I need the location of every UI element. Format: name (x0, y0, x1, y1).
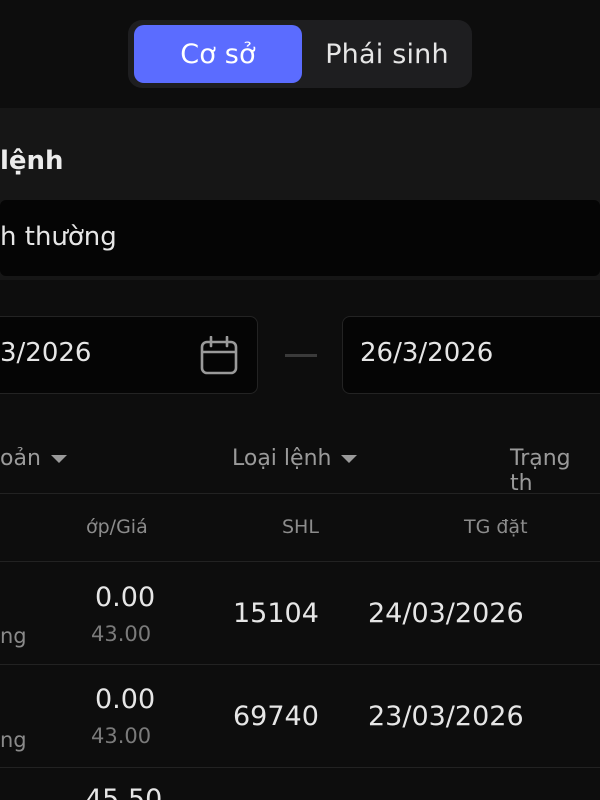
divider (0, 561, 600, 562)
row-time: 24/03/2026 (368, 598, 524, 629)
row-value: 45.50 (85, 784, 163, 800)
column-header-time: TG đặt (464, 516, 528, 538)
caret-down-icon (341, 454, 358, 463)
date-from-value: 3/2026 (0, 338, 92, 368)
row-side-label: ng (0, 728, 27, 752)
order-history-screen: Cơ sở Phái sinh lệnh h thường 3/2026 26/… (0, 0, 600, 800)
calendar-icon[interactable] (200, 336, 238, 376)
status-filter[interactable]: Trạng th (510, 446, 600, 496)
divider (0, 493, 600, 494)
divider (0, 767, 600, 768)
column-header-shl: SHL (282, 516, 319, 538)
order-type-value: h thường (0, 222, 117, 252)
row-price: 43.00 (91, 724, 152, 748)
segment-phai-sinh-button[interactable]: Phái sinh (308, 25, 466, 83)
column-header-price: ớp/Giá (86, 516, 148, 538)
order-kind-filter[interactable]: Loại lệnh (232, 446, 358, 471)
caret-down-icon (50, 454, 67, 463)
order-kind-filter-label: Loại lệnh (232, 446, 332, 471)
date-to-value: 26/3/2026 (360, 338, 494, 368)
divider (0, 664, 600, 665)
row-value: 0.00 (95, 684, 156, 715)
row-shl: 69740 (233, 701, 319, 732)
order-type-title: lệnh (0, 146, 64, 176)
date-range-separator (285, 354, 317, 357)
segment-co-so-button[interactable]: Cơ sở (134, 25, 302, 83)
row-price: 43.00 (91, 622, 152, 646)
row-time: 23/03/2026 (368, 701, 524, 732)
account-filter-label: oản (0, 446, 41, 471)
row-shl: 15104 (233, 598, 319, 629)
row-side-label: ng (0, 624, 27, 648)
status-filter-label: Trạng th (510, 446, 571, 496)
market-segment-control: Cơ sở Phái sinh (128, 20, 472, 88)
account-filter[interactable]: oản (0, 446, 67, 471)
row-value: 0.00 (95, 582, 156, 613)
